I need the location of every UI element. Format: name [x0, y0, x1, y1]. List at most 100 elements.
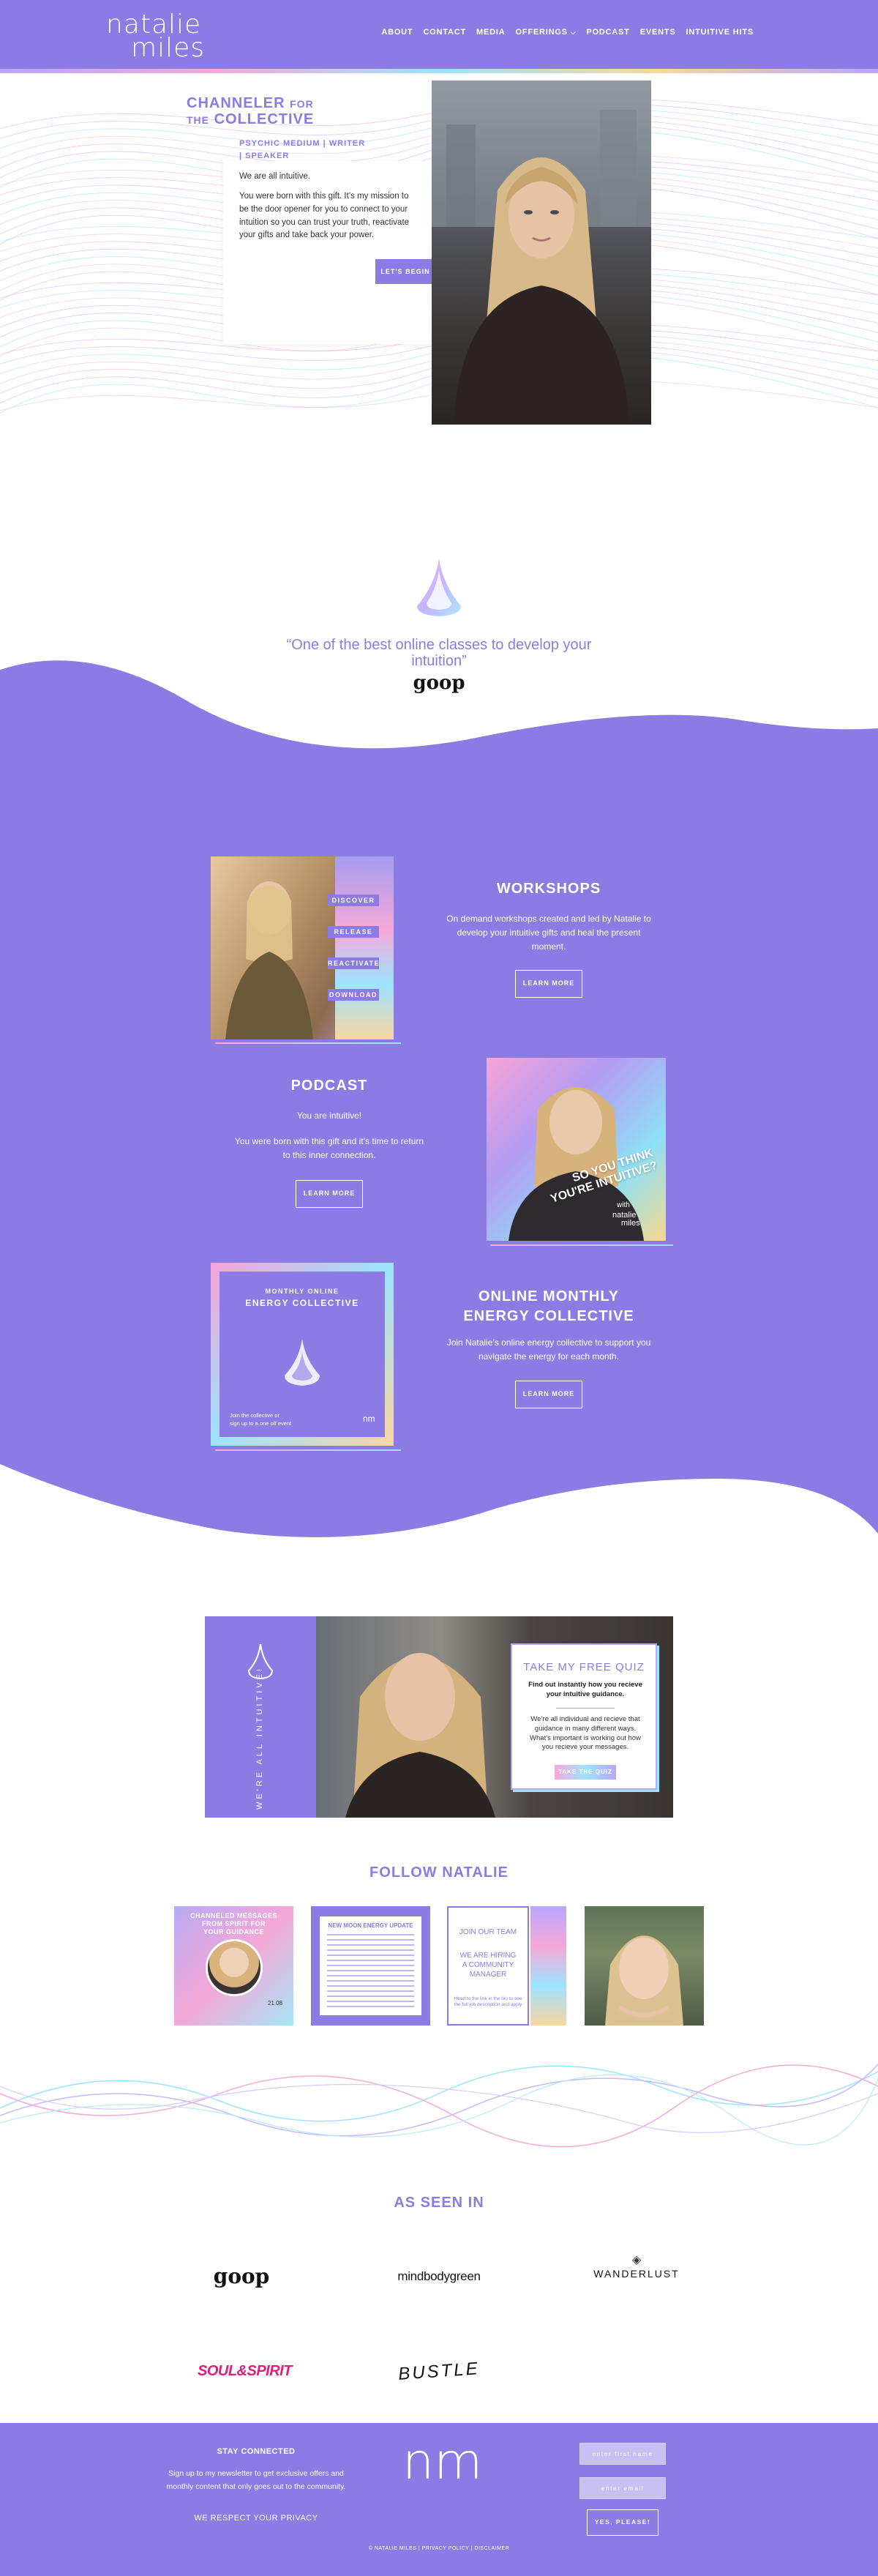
hero-portrait-illustration — [432, 81, 651, 425]
hero-title-word4: COLLECTIVE — [214, 111, 315, 127]
footer-copyright[interactable]: © NATALIE MILES | PRIVACY POLICY | DISCL… — [0, 2546, 878, 2551]
podcast-cover-brand2: miles — [621, 1219, 640, 1228]
instagram-post-4[interactable] — [585, 1906, 704, 2026]
tag-reactivate: REACTIVATE — [328, 957, 379, 969]
collective-learn-more-button[interactable]: LEARN MORE — [515, 1381, 582, 1408]
quiz-card: TAKE MY FREE QUIZ Find out instantly how… — [511, 1643, 657, 1790]
podcast-cover-with: with — [617, 1201, 630, 1209]
nav-events[interactable]: EVENTS — [640, 28, 676, 37]
hero-portrait-photo — [432, 81, 651, 425]
nav-contact[interactable]: CONTACT — [423, 28, 466, 37]
podcast-text-intro: You are intuitive! — [296, 1110, 362, 1121]
follow-title: FOLLOW NATALIE — [369, 1864, 509, 1881]
instagram-post-2[interactable]: NEW MOON ENERGY UPDATE — [311, 1906, 430, 2026]
brand-bustle-logo: BUSTLE — [397, 2359, 481, 2384]
tile1-line2: FROM SPIRIT FOR — [202, 1920, 266, 1927]
brand-soulspirit-logo: SOUL&SPIRIT — [198, 2363, 292, 2379]
brand-goop-logo: goop — [213, 2264, 270, 2288]
newsletter-submit-button[interactable]: YES, PLEASE! — [587, 2509, 658, 2536]
tile1-line1: CHANNELED MESSAGES — [190, 1912, 277, 1919]
podcast-learn-more-button[interactable]: LEARN MORE — [296, 1180, 363, 1208]
workshops-image-underline — [215, 1042, 401, 1044]
hero-title-word2: FOR — [290, 98, 314, 110]
tile1-line3: YOUR GUIDANCE — [203, 1928, 264, 1935]
hero-title: CHANNELER FOR THE COLLECTIVE — [187, 95, 314, 127]
collective-title: ONLINE MONTHLY ENERGY COLLECTIVE — [439, 1287, 658, 1326]
quiz-description: We’re all individual and recieve that gu… — [530, 1715, 641, 1752]
as-seen-in-title: AS SEEN IN — [394, 2195, 484, 2211]
nav-podcast[interactable]: PODCAST — [586, 28, 629, 37]
footer-logo[interactable]: nm — [402, 2438, 482, 2487]
tag-release: RELEASE — [328, 926, 379, 938]
first-name-input[interactable]: enter first name — [579, 2443, 666, 2465]
hero-text-body: You were born with this gift. It’s my mi… — [239, 192, 410, 240]
tile3-line3: A COMMUNITY — [462, 1961, 514, 1969]
collective-card-foot2: sign up to a one off event — [230, 1420, 292, 1427]
collective-text: Join Natalie’s online energy collective … — [446, 1337, 651, 1362]
tile2-lines — [327, 1934, 414, 2007]
podcast-title: PODCAST — [290, 1078, 368, 1094]
workshops-image[interactable]: DISCOVER RELEASE REACTIVATE DOWNLOAD — [211, 856, 394, 1039]
purple-wave-background — [0, 660, 878, 1538]
quiz-divider — [556, 1708, 615, 1709]
brand-mindbodygreen-logo: mindbodygreen — [397, 2269, 481, 2283]
hero-title-word3: THE — [187, 114, 209, 126]
nav-offerings[interactable]: OFFERINGS ⌵ — [515, 28, 576, 37]
collective-image[interactable]: MONTHLY ONLINE ENERGY COLLECTIVE Join th… — [211, 1263, 394, 1446]
podcast-text-body: You were born with this gift and it’s ti… — [234, 1136, 424, 1161]
lets-begin-button[interactable]: LET'S BEGIN — [375, 259, 435, 284]
wanderlust-diamond-icon: ◈ — [631, 2254, 642, 2266]
nav-intuitive-hits[interactable]: INTUITIVE HITS — [686, 28, 754, 37]
hero-subtitle-line2: | SPEAKER — [239, 151, 290, 160]
instagram-post-3[interactable]: JOIN OUR TEAM WE ARE HIRING A COMMUNITY … — [447, 1906, 566, 2026]
tile2-title: NEW MOON ENERGY UPDATE — [328, 1922, 413, 1929]
email-input[interactable]: enter email — [579, 2477, 666, 2499]
collective-card-inner: MONTHLY ONLINE ENERGY COLLECTIVE Join th… — [220, 1272, 385, 1437]
footer-text: Sign up to my newsletter to get exclusiv… — [166, 2469, 346, 2492]
chevron-down-icon: ⌵ — [570, 29, 577, 36]
collective-card-line1: MONTHLY ONLINE — [265, 1288, 339, 1295]
tile3-foot: Head to the link in the bio to see the f… — [454, 1996, 522, 2008]
tile1-avatar — [206, 1939, 263, 1996]
collective-image-underline — [215, 1449, 401, 1451]
wanderlust-wordmark: WANDERLUST — [593, 2268, 680, 2280]
logo-line2: miles — [131, 33, 205, 64]
collective-drop-icon — [285, 1339, 320, 1386]
quiz-title: TAKE MY FREE QUIZ — [523, 1661, 645, 1673]
collective-card-line2: ENERGY COLLECTIVE — [245, 1298, 359, 1308]
take-quiz-button[interactable]: TAKE THE QUIZ — [555, 1765, 616, 1780]
tile4-portrait-illustration — [605, 1935, 683, 2026]
collective-title-line2: ENERGY COLLECTIVE — [463, 1308, 634, 1324]
drop-logo-icon — [417, 559, 461, 616]
podcast-cover-image[interactable]: SO YOU THINK YOU'RE INTUITIVE? with nata… — [487, 1058, 666, 1241]
workshops-text: On demand workshops created and led by N… — [446, 914, 651, 952]
hero-section: CHANNELER FOR THE COLLECTIVE PSYCHIC MED… — [0, 73, 878, 454]
quiz-banner: WE'RE ALL INTUITIVE! TAKE MY FREE QUIZ F… — [205, 1616, 673, 1818]
site-footer: STAY CONNECTED Sign up to my newsletter … — [0, 2423, 878, 2576]
hero-subtitle: PSYCHIC MEDIUM | WRITER | SPEAKER — [239, 138, 386, 162]
tile1-date: 21.08 — [268, 2000, 283, 2006]
collective-card-mark: nm — [363, 1414, 375, 1424]
hero-subtitle-line1: PSYCHIC MEDIUM | WRITER — [239, 139, 366, 148]
brand-wanderlust-logo: ◈ WANDERLUST — [578, 2255, 695, 2280]
hero-text-intro: We are all intuitive. — [239, 172, 310, 181]
quiz-side-text: WE'RE ALL INTUITIVE! — [255, 1666, 264, 1810]
tile3-gradient — [530, 1906, 566, 2026]
workshops-learn-more-button[interactable]: LEARN MORE — [515, 970, 582, 998]
quiz-side-panel: WE'RE ALL INTUITIVE! — [205, 1616, 316, 1818]
site-logo[interactable]: natalie miles — [106, 11, 205, 64]
hero-title-word1: CHANNELER — [187, 95, 285, 111]
tile3-line2: WE ARE HIRING — [459, 1952, 517, 1960]
nav-media[interactable]: MEDIA — [476, 28, 505, 37]
main-nav: ABOUT CONTACT MEDIA OFFERINGS ⌵ PODCAST … — [381, 28, 754, 37]
instagram-post-1[interactable]: CHANNELED MESSAGES FROM SPIRIT FOR YOUR … — [174, 1906, 293, 2026]
tag-download: DOWNLOAD — [328, 989, 379, 1001]
nav-offerings-label: OFFERINGS — [515, 28, 568, 37]
tile3-line1: JOIN OUR TEAM — [459, 1928, 517, 1936]
site-header: natalie miles ABOUT CONTACT MEDIA OFFERI… — [0, 0, 878, 73]
tile3-line4: MANAGER — [469, 1971, 507, 1979]
nav-about[interactable]: ABOUT — [381, 28, 413, 37]
hero-card — [223, 161, 435, 344]
quiz-subtitle: Find out instantly how you recieve your … — [528, 1681, 642, 1699]
podcast-cover-brand: natalie miles — [612, 1212, 640, 1228]
